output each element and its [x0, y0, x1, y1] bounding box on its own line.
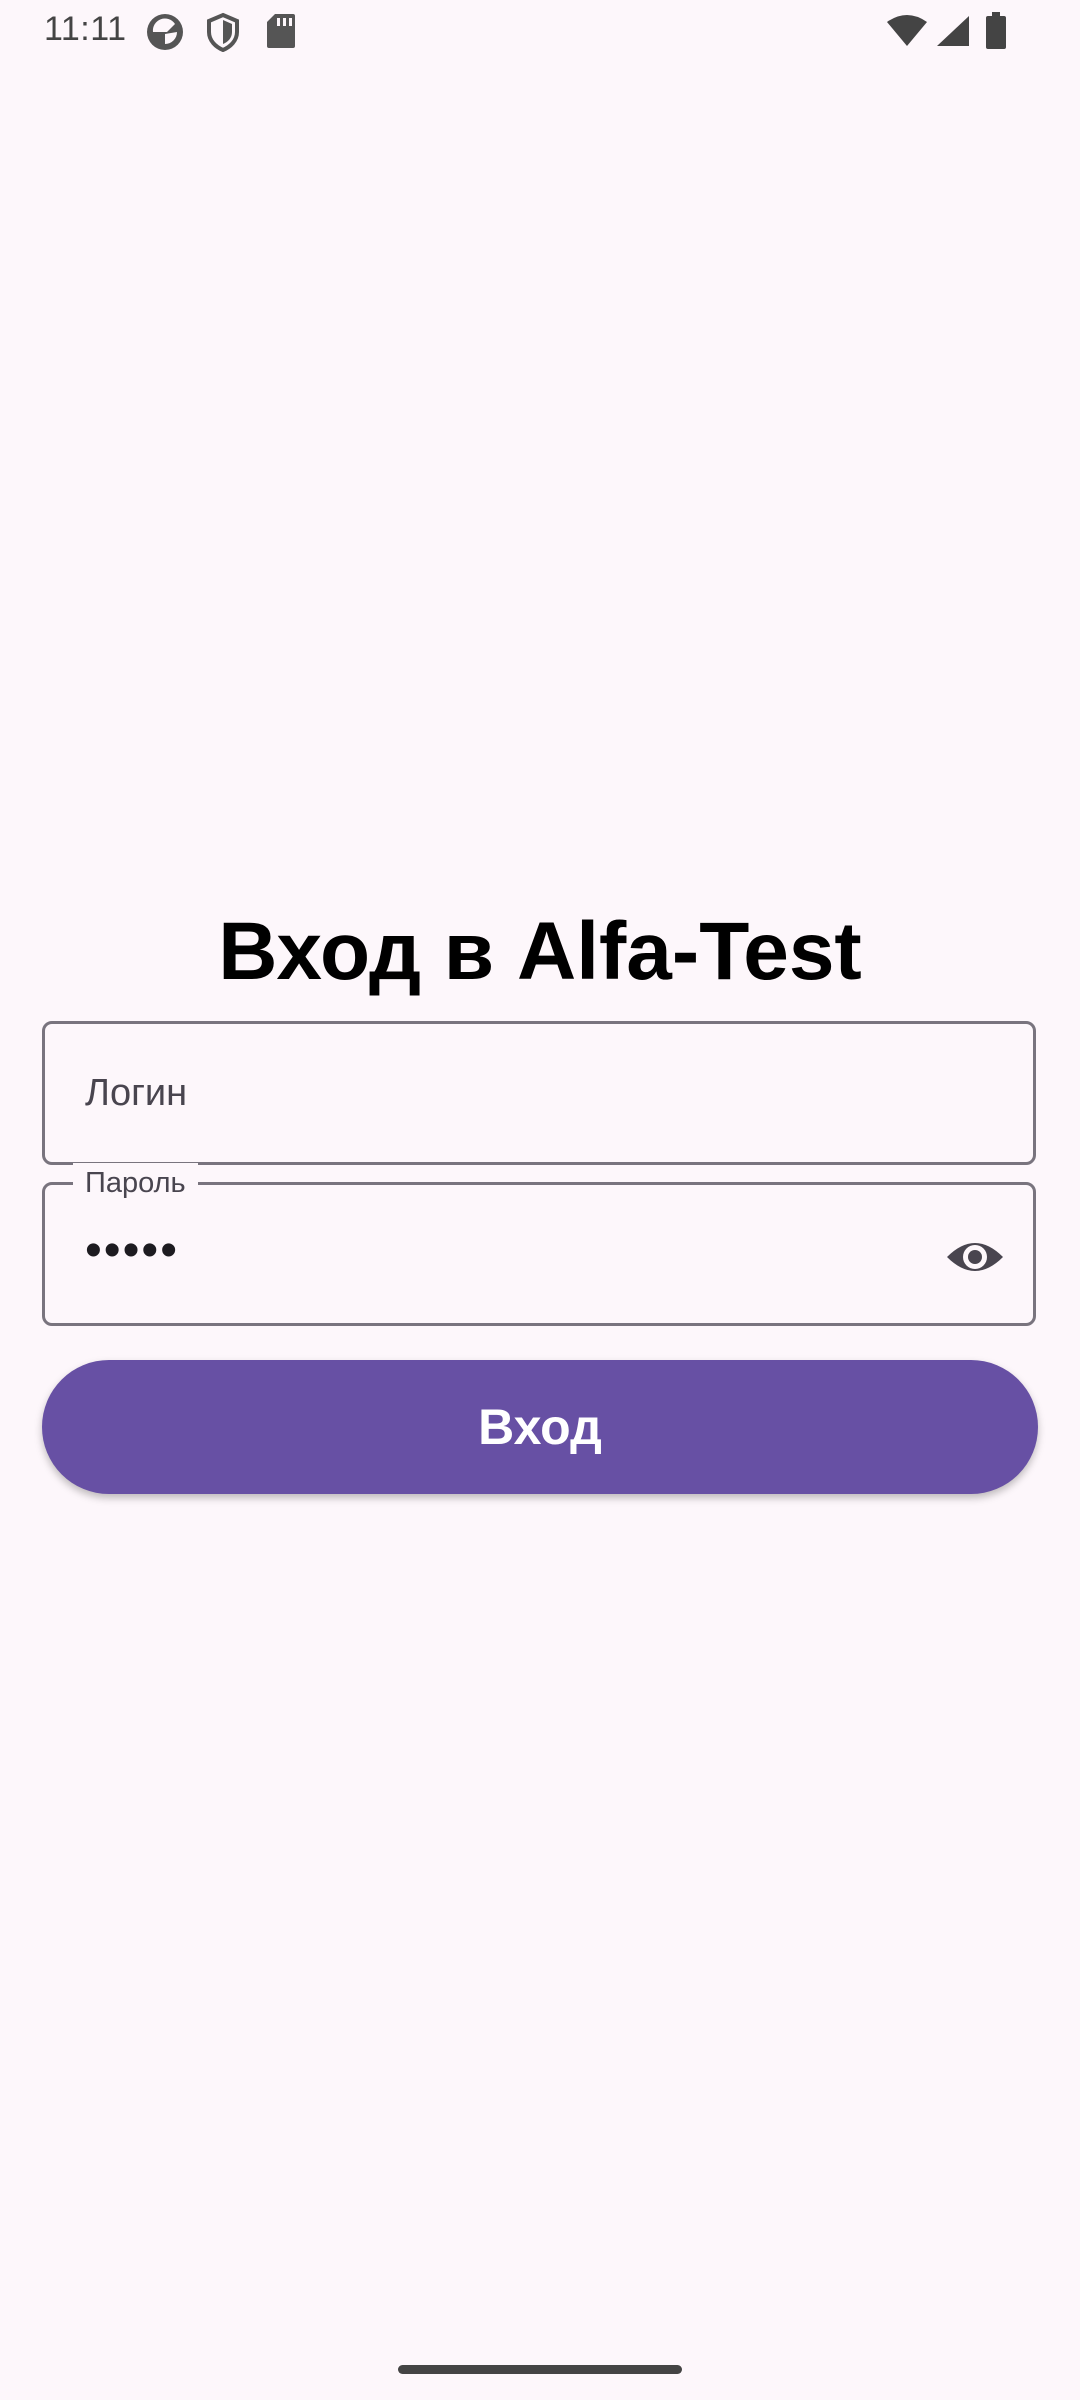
status-time: 11:11: [44, 10, 127, 48]
sd-card-icon: [265, 12, 297, 55]
page-title: Вход в Alfa-Test: [218, 906, 862, 997]
password-field[interactable]: Пароль •••••: [42, 1163, 1036, 1326]
shield-icon: [205, 12, 241, 57]
app-notification-icon: [145, 12, 185, 57]
password-label: Пароль: [73, 1163, 198, 1203]
wifi-icon: [885, 14, 929, 53]
status-bar: 11:11: [0, 0, 1080, 64]
login-placeholder: Логин: [85, 1072, 188, 1114]
password-value: •••••: [85, 1224, 180, 1277]
cellular-signal-icon: [935, 14, 971, 53]
login-button[interactable]: Вход: [42, 1360, 1038, 1494]
login-field[interactable]: Логин: [42, 1021, 1036, 1165]
home-indicator[interactable]: [398, 2365, 682, 2374]
eye-icon[interactable]: [945, 1227, 1005, 1287]
battery-icon: [985, 12, 1007, 55]
